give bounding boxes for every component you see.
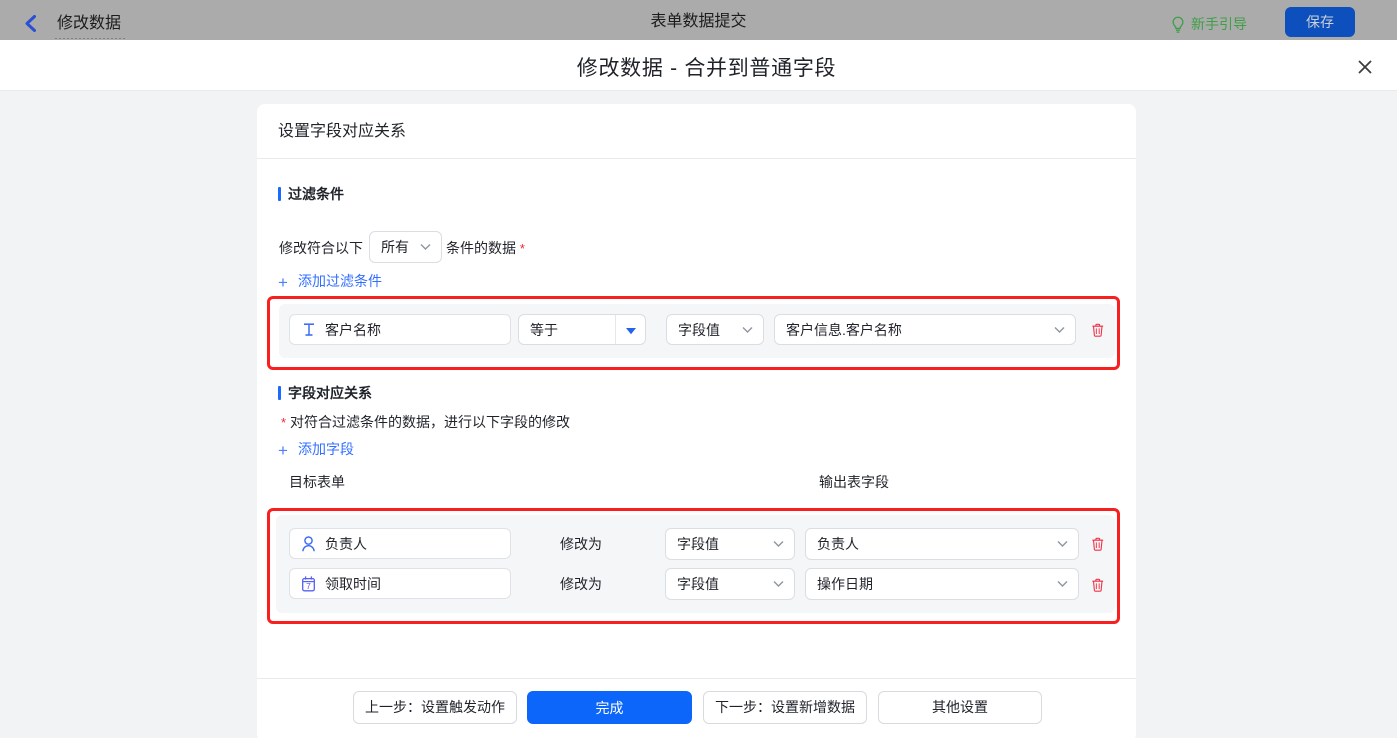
svg-text:7: 7 bbox=[306, 581, 311, 591]
